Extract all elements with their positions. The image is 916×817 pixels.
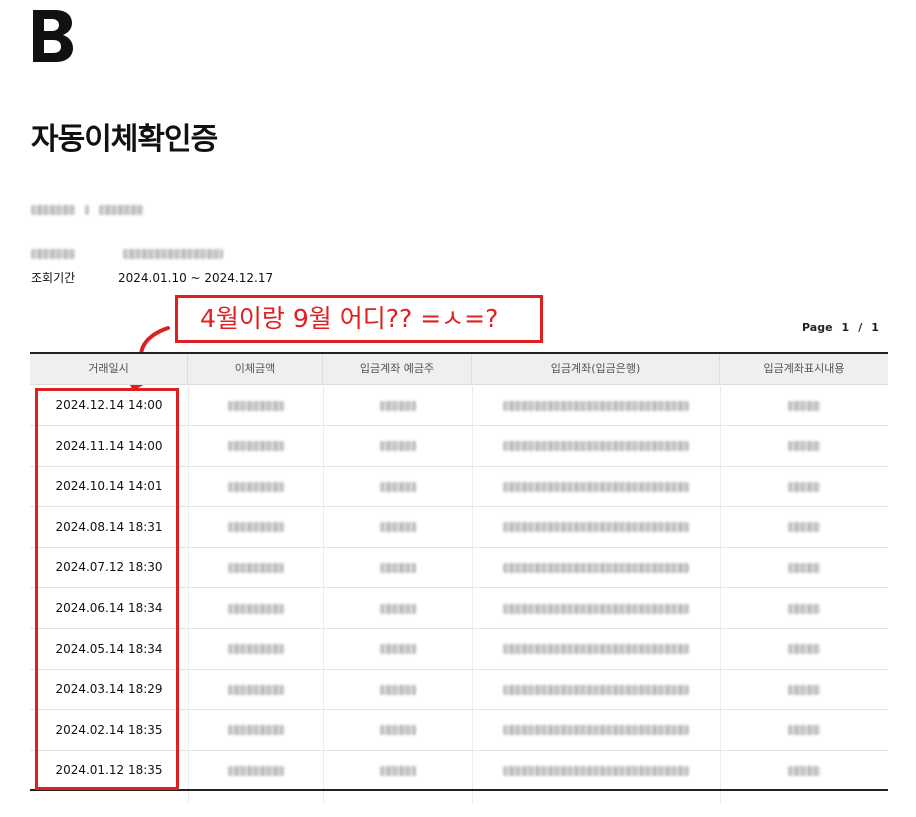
cell-account-redacted	[472, 750, 720, 790]
page-total: 1	[871, 321, 879, 334]
cell-memo-redacted	[720, 466, 888, 506]
cell-holder-redacted	[323, 669, 472, 709]
cell-account-redacted	[472, 629, 720, 669]
cell-amount-redacted	[188, 629, 323, 669]
cell-account-redacted	[472, 710, 720, 750]
annotation-callout: 4월이랑 9월 어디?? =ㅅ=?	[175, 295, 543, 343]
page-label: Page	[802, 321, 833, 334]
cell-amount-redacted	[188, 710, 323, 750]
cell-memo-redacted	[720, 588, 888, 628]
period-value: 2024.01.10 ~ 2024.12.17	[118, 271, 274, 285]
redacted-customer-info	[31, 204, 143, 218]
cell-holder-redacted	[323, 466, 472, 506]
header-holder: 입금계좌 예금주	[323, 354, 472, 384]
cell-memo-redacted	[720, 710, 888, 750]
cell-amount-redacted	[188, 669, 323, 709]
cell-holder-redacted	[323, 710, 472, 750]
cell-account-redacted	[472, 547, 720, 587]
cell-holder-redacted	[323, 750, 472, 790]
cell-account-redacted	[472, 588, 720, 628]
period-row: 조회기간 2024.01.10 ~ 2024.12.17	[31, 269, 273, 286]
header-memo: 입금계좌표시내용	[763, 362, 845, 375]
cell-account-redacted	[472, 669, 720, 709]
cell-account-redacted	[472, 385, 720, 425]
cell-holder-redacted	[323, 385, 472, 425]
cell-amount-redacted	[188, 507, 323, 547]
cell-account-redacted	[472, 507, 720, 547]
header-account: 입금계좌(입금은행)	[472, 354, 720, 384]
cell-amount-redacted	[188, 588, 323, 628]
page-current: 1	[841, 321, 850, 334]
table-header: 거래일시 이체금액 입금계좌 예금주 입금계좌(입금은행) 입금계좌표시내용	[30, 354, 888, 385]
cell-amount-redacted	[188, 426, 323, 466]
cell-memo-redacted	[720, 507, 888, 547]
cell-account-redacted	[472, 466, 720, 506]
header-datetime: 거래일시	[30, 354, 188, 384]
document-title: 자동이체확인증	[31, 122, 218, 157]
annotation-highlight-box	[35, 388, 179, 790]
cell-memo-redacted	[720, 385, 888, 425]
redacted-account-row	[31, 248, 223, 262]
page-separator: /	[858, 321, 863, 334]
cell-memo-redacted	[720, 750, 888, 790]
cell-holder-redacted	[323, 629, 472, 669]
period-label: 조회기간	[31, 271, 76, 285]
cell-holder-redacted	[323, 588, 472, 628]
cell-memo-redacted	[720, 629, 888, 669]
cell-memo-redacted	[720, 547, 888, 587]
cell-account-redacted	[472, 426, 720, 466]
cell-amount-redacted	[188, 466, 323, 506]
cell-holder-redacted	[323, 507, 472, 547]
cell-memo-redacted	[720, 669, 888, 709]
page-indicator: Page 1 / 1	[802, 321, 879, 334]
cell-amount-redacted	[188, 750, 323, 790]
cell-memo-redacted	[720, 426, 888, 466]
cell-holder-redacted	[323, 547, 472, 587]
cell-amount-redacted	[188, 547, 323, 587]
brand-logo	[33, 10, 73, 62]
header-amount: 이체금액	[188, 354, 323, 384]
cell-holder-redacted	[323, 426, 472, 466]
cell-amount-redacted	[188, 385, 323, 425]
